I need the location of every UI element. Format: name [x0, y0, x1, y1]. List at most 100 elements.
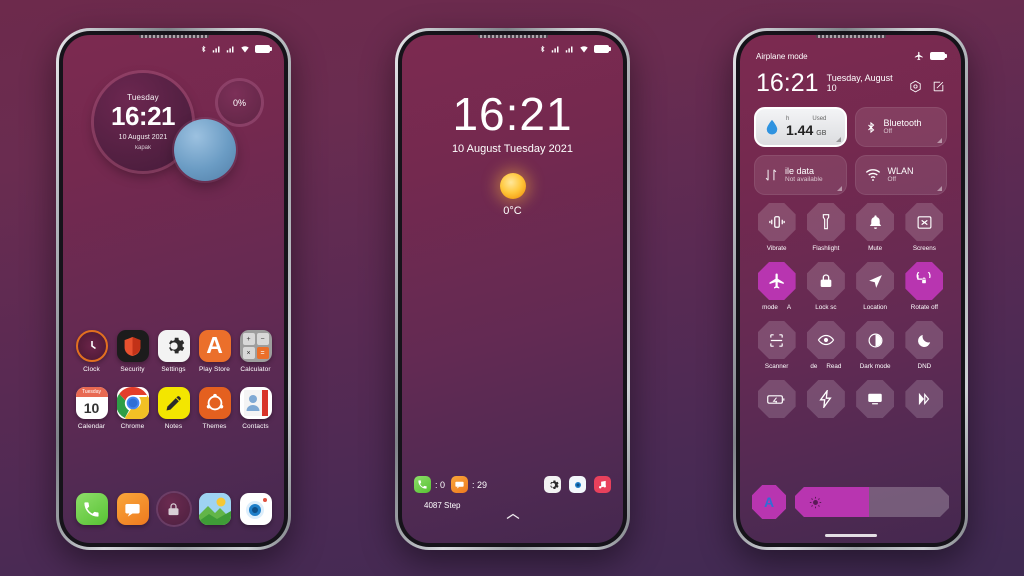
- home-indicator[interactable]: [824, 534, 877, 537]
- expand-corner-icon[interactable]: [835, 137, 841, 142]
- eye-icon: [806, 321, 845, 359]
- camera-icon[interactable]: [569, 476, 586, 493]
- qs-mute[interactable]: Mute: [851, 203, 900, 252]
- bolt-icon: [806, 380, 845, 418]
- brightness-row: A: [752, 485, 949, 519]
- qs-flashlight[interactable]: Flashlight: [801, 203, 850, 252]
- camera-icon[interactable]: [239, 493, 272, 525]
- bluetooth-tile[interactable]: Bluetooth Off: [854, 107, 947, 147]
- wlan-tile[interactable]: WLAN Off: [854, 155, 947, 195]
- app-label: Clock: [83, 366, 100, 373]
- battery-icon: [594, 45, 611, 53]
- qs-reading-mode[interactable]: de Read: [801, 321, 850, 370]
- big-tiles: h Used 1.44 GB Bluetooth Off ile data No…: [754, 107, 947, 195]
- qs-label: DND: [917, 363, 932, 370]
- qs-label: de: [810, 363, 818, 370]
- chevron-up-icon[interactable]: [402, 512, 623, 521]
- data-usage-head: h Used: [786, 116, 826, 123]
- app-label: Themes: [202, 423, 227, 430]
- brightness-icon: [809, 496, 822, 509]
- app-play-store[interactable]: A Play Store: [194, 330, 235, 373]
- app-calendar[interactable]: Tuesday 10 Calendar: [71, 387, 112, 430]
- bell-icon: [856, 203, 895, 241]
- qs-dark-mode[interactable]: Dark mode: [851, 321, 900, 370]
- expand-corner-icon[interactable]: [937, 186, 942, 191]
- clock-widget-date: 10 August 2021: [118, 134, 168, 141]
- qs-lock-screen[interactable]: Lock sc: [801, 262, 850, 311]
- app-themes[interactable]: Themes: [194, 387, 235, 430]
- battery-saver-icon: [757, 380, 796, 418]
- app-label: Chrome: [120, 423, 145, 430]
- app-calculator[interactable]: + − × = Calculator: [235, 330, 276, 373]
- qs-dnd[interactable]: DND: [900, 321, 949, 370]
- signal-1-icon: [212, 45, 221, 54]
- expand-corner-icon[interactable]: [937, 138, 942, 143]
- play-store-icon: A: [198, 330, 231, 362]
- chrome-icon: [116, 387, 149, 419]
- qs-label: Vibrate: [766, 245, 787, 252]
- control-center-header: 16:21 Tuesday, August 10: [756, 71, 945, 96]
- dock: [63, 493, 284, 525]
- message-icon[interactable]: [451, 476, 469, 493]
- settings-icon[interactable]: [544, 476, 561, 493]
- qs-label: Rotate off: [910, 304, 938, 311]
- phone-count: : 0: [435, 479, 446, 490]
- battery-ring-widget[interactable]: 0%: [218, 81, 261, 124]
- qs-label: Lock sc: [815, 304, 837, 311]
- qs-airplane-mode[interactable]: mode A: [752, 262, 801, 311]
- message-icon[interactable]: [116, 493, 149, 525]
- qs-cast[interactable]: [851, 380, 900, 422]
- calculator-icon: + − × =: [239, 330, 272, 362]
- phone-3-bezel: Airplane mode 16:21 Tuesday, August 10 h…: [736, 31, 965, 547]
- tile-title: Bluetooth: [883, 118, 922, 129]
- message-count: : 29: [472, 479, 488, 490]
- qs-screenshot[interactable]: Screens: [900, 203, 949, 252]
- qs-dual-apps[interactable]: [900, 380, 949, 422]
- expand-corner-icon[interactable]: [836, 186, 842, 191]
- battery-percent-label: 0%: [232, 97, 246, 108]
- gallery-icon[interactable]: [198, 493, 231, 525]
- data-usage-value-row: 1.44 GB: [786, 122, 826, 138]
- wlan-text: WLAN Off: [888, 166, 914, 184]
- calendar-icon: Tuesday 10: [75, 387, 108, 419]
- data-usage-tile[interactable]: h Used 1.44 GB: [754, 107, 847, 147]
- qs-rotate-off[interactable]: Rotate off: [900, 262, 949, 311]
- qs-label: Dark mode: [859, 363, 891, 370]
- app-settings[interactable]: Settings: [153, 330, 194, 373]
- qs-bolt[interactable]: [801, 380, 850, 422]
- app-contacts[interactable]: Contacts: [235, 387, 276, 430]
- app-clock[interactable]: Clock: [71, 330, 112, 373]
- qs-scanner[interactable]: Scanner: [752, 321, 801, 370]
- tile-subtitle: Off: [883, 128, 893, 136]
- app-chrome[interactable]: Chrome: [112, 387, 153, 430]
- brightness-slider[interactable]: [795, 487, 949, 517]
- lock-icon[interactable]: [157, 493, 190, 525]
- qs-location[interactable]: Location: [851, 262, 900, 311]
- data-usage-left-label: h: [786, 115, 790, 122]
- music-icon[interactable]: [594, 476, 611, 493]
- settings-icon[interactable]: [909, 80, 922, 93]
- lockscreen-bottom: : 0 : 29 4087 Step: [402, 476, 623, 521]
- app-label: Security: [120, 366, 145, 373]
- edit-icon[interactable]: [932, 80, 945, 93]
- mobile-data-tile[interactable]: ile data Not available: [754, 155, 847, 195]
- airplane-mode-label: Airplane mode: [756, 51, 808, 61]
- flashlight-icon: [806, 203, 845, 241]
- phone-icon[interactable]: [75, 493, 108, 525]
- data-usage-text: h Used 1.44 GB: [786, 116, 826, 139]
- lockscreen-shortcut-row: : 0 : 29: [402, 476, 623, 493]
- auto-brightness-icon[interactable]: A: [752, 485, 786, 519]
- app-label: Notes: [164, 423, 183, 430]
- tile-subtitle: Not available: [785, 176, 823, 184]
- themes-icon: [198, 387, 231, 419]
- qs-battery-saver[interactable]: [752, 380, 801, 422]
- qs-label-group: de Read: [810, 363, 841, 370]
- qs-vibrate[interactable]: Vibrate: [752, 203, 801, 252]
- signal-2-icon: [226, 45, 235, 54]
- phone-icon[interactable]: [414, 476, 431, 493]
- scanner-icon: [757, 321, 796, 359]
- app-label: Play Store: [199, 366, 230, 373]
- app-security[interactable]: Security: [112, 330, 153, 373]
- app-notes[interactable]: Notes: [153, 387, 194, 430]
- qs-label2: A: [786, 304, 792, 311]
